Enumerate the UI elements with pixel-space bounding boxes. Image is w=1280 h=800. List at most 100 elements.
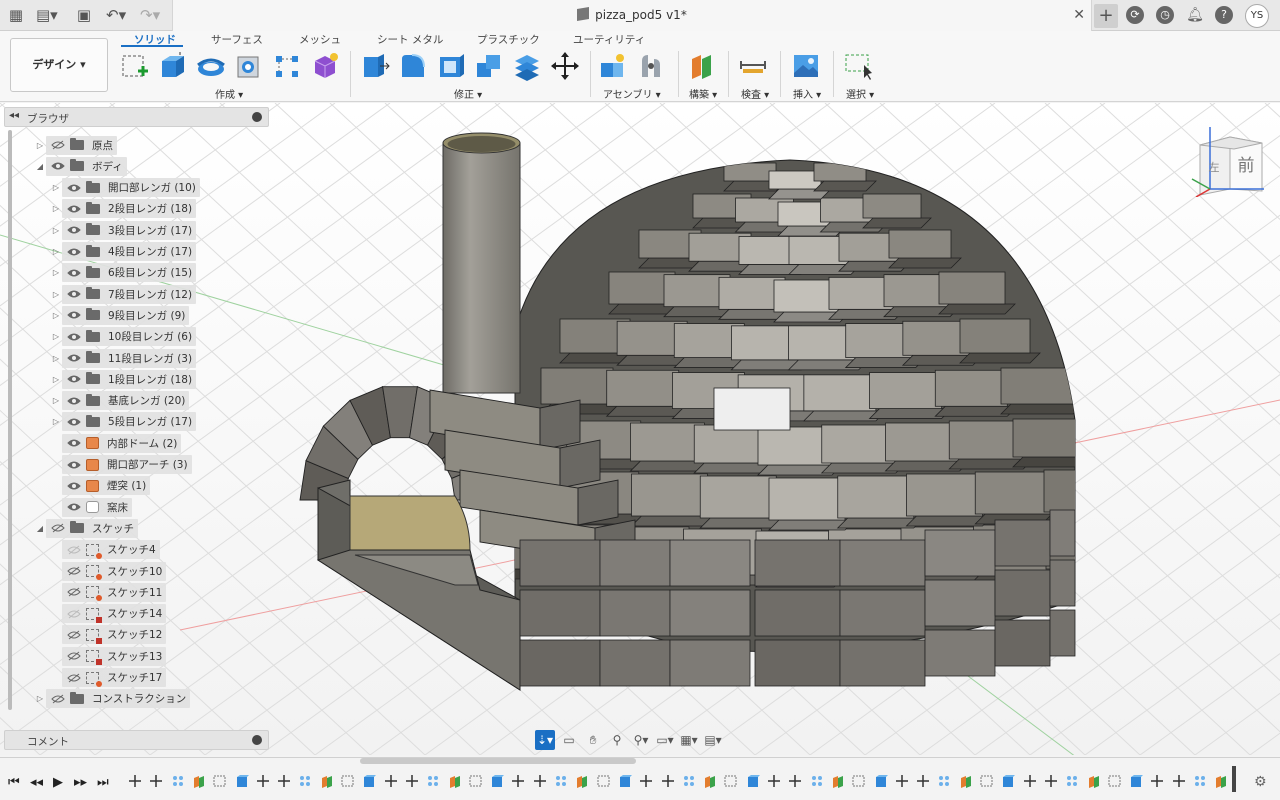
browser-node-content[interactable]: 煙突 (1) <box>62 476 151 496</box>
timeline-marker[interactable] <box>1232 766 1236 792</box>
browser-node-content[interactable]: スケッチ14 <box>62 604 167 624</box>
minimize-icon[interactable] <box>252 112 262 122</box>
pan-icon[interactable]: ✋︎ <box>583 730 603 750</box>
expand-arrow-icon[interactable]: ▷ <box>34 141 46 150</box>
expand-arrow-icon[interactable]: ▷ <box>50 375 62 384</box>
browser-node[interactable]: ▷ 1段目レンガ (18) <box>50 369 197 389</box>
move-feature-icon[interactable] <box>533 774 547 788</box>
browser-node[interactable]: スケッチ4 <box>50 540 160 560</box>
joint-icon[interactable] <box>636 51 666 81</box>
look-at-icon[interactable]: ▭ <box>559 730 579 750</box>
browser-node-content[interactable]: 9段目レンガ (9) <box>62 305 190 325</box>
browser-node[interactable]: ▷ 11段目レンガ (3) <box>50 348 197 368</box>
eye-icon[interactable] <box>65 327 83 347</box>
pattern-icon[interactable] <box>272 51 302 81</box>
browser-node-content[interactable]: 2段目レンガ (18) <box>62 199 197 219</box>
browser-node[interactable]: ▷ 6段目レンガ (15) <box>50 263 197 283</box>
browser-node-content[interactable]: スケッチ4 <box>62 540 160 560</box>
browser-node-content[interactable]: コンストラクション <box>46 689 191 709</box>
step-back-icon[interactable]: ◂◂ <box>30 775 43 790</box>
plane-feature-icon[interactable] <box>192 774 206 788</box>
plane-feature-icon[interactable] <box>575 774 589 788</box>
plane-feature-icon[interactable] <box>1214 774 1228 788</box>
move-feature-icon[interactable] <box>128 774 142 788</box>
plane-feature-icon[interactable] <box>703 774 717 788</box>
move-feature-icon[interactable] <box>149 774 163 788</box>
eye-icon[interactable] <box>65 369 83 389</box>
browser-node-content[interactable]: スケッチ11 <box>62 582 167 602</box>
extrude-feature-icon[interactable] <box>618 774 632 788</box>
pattern-feature-icon[interactable] <box>298 774 312 788</box>
plane-feature-icon[interactable] <box>320 774 334 788</box>
browser-node[interactable]: ▷ 5段目レンガ (17) <box>50 412 197 432</box>
workspace-switcher-button[interactable]: デザイン ▾ <box>10 38 108 92</box>
zoom-window-icon[interactable]: ⚲▾ <box>631 730 651 750</box>
go-to-end-icon[interactable]: ⏭︎ <box>97 775 109 790</box>
eye-hidden-icon[interactable] <box>49 689 67 709</box>
shell-icon[interactable] <box>436 51 466 81</box>
move-feature-icon[interactable] <box>405 774 419 788</box>
pattern-feature-icon[interactable] <box>171 774 185 788</box>
sketch-feature-icon[interactable] <box>980 774 994 788</box>
browser-node[interactable]: ▷ 9段目レンガ (9) <box>50 305 190 325</box>
move-feature-icon[interactable] <box>1150 774 1164 788</box>
view-cube-front-face[interactable]: 前 <box>1238 156 1255 176</box>
browser-node-content[interactable]: 6段目レンガ (15) <box>62 263 197 283</box>
move-copy-icon[interactable] <box>550 51 580 81</box>
browser-node-content[interactable]: 原点 <box>46 135 117 155</box>
expand-arrow-icon[interactable]: ▷ <box>50 332 62 341</box>
browser-node-content[interactable]: 4段目レンガ (17) <box>62 242 197 261</box>
browser-node-content[interactable]: スケッチ17 <box>62 668 167 687</box>
browser-node[interactable]: 開口部アーチ (3) <box>50 455 192 475</box>
pattern-feature-icon[interactable] <box>810 774 824 788</box>
go-to-start-icon[interactable]: ⏮︎ <box>8 775 20 790</box>
plane-feature-icon[interactable] <box>1087 774 1101 788</box>
eye-icon[interactable] <box>65 412 83 432</box>
sketch-feature-icon[interactable] <box>1108 774 1122 788</box>
eye-icon[interactable] <box>65 284 83 304</box>
browser-node-content[interactable]: 窯床 <box>62 497 132 517</box>
expand-arrow-icon[interactable]: ▷ <box>50 311 62 320</box>
browser-node-content[interactable]: スケッチ <box>46 518 138 538</box>
view-cube-left-face[interactable]: 左 <box>1209 161 1220 174</box>
browser-node[interactable]: ▷ 3段目レンガ (17) <box>50 220 197 240</box>
browser-node[interactable]: スケッチ17 <box>50 668 167 688</box>
extrude-icon[interactable] <box>158 51 188 81</box>
eye-icon[interactable] <box>65 199 83 219</box>
browser-node[interactable]: ▷ 7段目レンガ (12) <box>50 284 197 304</box>
select-group-label[interactable]: 選択 ▾ <box>846 86 874 101</box>
browser-node-content[interactable]: ボディ <box>46 156 127 176</box>
select-icon[interactable] <box>843 51 873 81</box>
sketch-feature-icon[interactable] <box>597 774 611 788</box>
eye-hidden-icon[interactable] <box>65 604 83 624</box>
browser-node-content[interactable]: 1段目レンガ (18) <box>62 369 197 389</box>
eye-hidden-icon[interactable] <box>65 561 83 581</box>
offset-face-icon[interactable] <box>512 51 542 81</box>
plane-feature-icon[interactable] <box>448 774 462 788</box>
insert-image-icon[interactable] <box>791 51 821 81</box>
move-feature-icon[interactable] <box>916 774 930 788</box>
sketch-feature-icon[interactable] <box>852 774 866 788</box>
browser-node[interactable]: スケッチ11 <box>50 582 167 602</box>
browser-node[interactable]: スケッチ10 <box>50 561 167 581</box>
expand-arrow-icon[interactable]: ▷ <box>50 183 62 192</box>
insert-group-label[interactable]: 挿入 ▾ <box>793 86 821 101</box>
inspect-group-label[interactable]: 検査 ▾ <box>741 86 769 101</box>
eye-hidden-icon[interactable] <box>65 582 83 602</box>
eye-icon[interactable] <box>65 178 83 198</box>
move-feature-icon[interactable] <box>1172 774 1186 788</box>
undo-icon[interactable]: ↶▾ <box>106 6 126 24</box>
browser-node-content[interactable]: 7段目レンガ (12) <box>62 284 197 304</box>
move-feature-icon[interactable] <box>1023 774 1037 788</box>
plus-icon[interactable]: + <box>1094 4 1118 28</box>
move-feature-icon[interactable] <box>1044 774 1058 788</box>
tab-utilities[interactable]: ユーティリティ <box>573 32 645 47</box>
extrude-feature-icon[interactable] <box>1001 774 1016 788</box>
pattern-feature-icon[interactable] <box>554 774 568 788</box>
extrude-feature-icon[interactable] <box>874 774 888 788</box>
construct-group-label[interactable]: 構築 ▾ <box>689 86 717 101</box>
move-feature-icon[interactable] <box>384 774 398 788</box>
browser-node[interactable]: スケッチ13 <box>50 646 167 666</box>
pattern-feature-icon[interactable] <box>937 774 951 788</box>
timeline-settings-icon[interactable]: ⚙ <box>1254 774 1267 790</box>
